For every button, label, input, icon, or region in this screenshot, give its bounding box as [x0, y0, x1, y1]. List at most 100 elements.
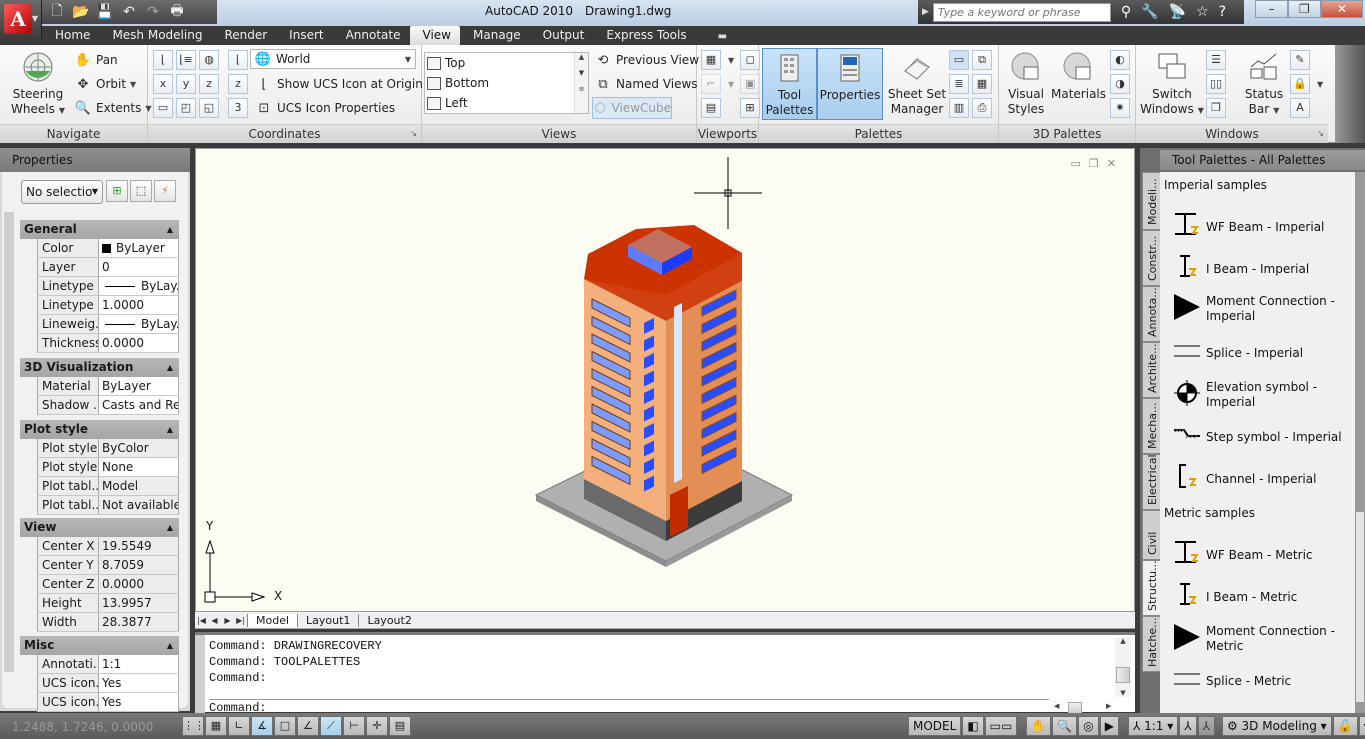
ucs-previous-icon[interactable]: ◱ — [199, 98, 219, 118]
section-header[interactable]: General ▲ — [20, 220, 179, 239]
tool-palette-scrollbar[interactable] — [1355, 172, 1365, 713]
palette-tool-item[interactable]: WF Beam - Metric — [1172, 538, 1352, 572]
tab-view[interactable]: View — [409, 26, 460, 45]
property-value[interactable]: 13.9957 — [99, 594, 179, 612]
views-list-scrollbar[interactable]: ▲ ▼ ≡ — [574, 53, 588, 113]
drawing-canvas[interactable]: ▭ ❐ ✕ Y X — [195, 148, 1135, 612]
polar-tracking-toggle[interactable]: ∡ — [251, 716, 273, 736]
showmotion-icon[interactable]: ▶ — [1099, 716, 1119, 736]
tab-mesh-modeling[interactable]: Mesh Modeling — [99, 26, 211, 45]
property-row[interactable]: Shadow ...Casts and Re... — [37, 396, 179, 415]
dialog-launcher-icon[interactable]: ↘ — [1317, 125, 1324, 143]
palette-tool-item[interactable]: Moment Connection - Metric — [1172, 622, 1352, 656]
properties-palette-icon[interactable]: ▭ — [949, 50, 969, 70]
ucs-icon[interactable]: ⌊ — [153, 50, 173, 70]
view-top[interactable]: Top — [425, 53, 588, 73]
render-palette-icon[interactable]: ◑ — [1110, 74, 1130, 94]
tab-manage[interactable]: Manage — [460, 26, 530, 45]
tab-annotate[interactable]: Annotate — [333, 26, 410, 45]
select-objects-button[interactable]: ⬚ — [130, 180, 152, 202]
ucs-view-icon[interactable]: ▭ — [153, 98, 173, 118]
collapse-icon[interactable]: ▲ — [167, 220, 173, 239]
property-row[interactable]: Height 13.9957 — [37, 594, 179, 613]
property-value[interactable]: ByLayer — [99, 377, 179, 395]
palette-tool-item[interactable]: Moment Connection - Imperial — [1172, 292, 1352, 326]
palette-tab[interactable]: Civil — [1142, 510, 1160, 560]
property-value[interactable]: Not available — [99, 496, 179, 514]
collapse-icon[interactable]: ▲ — [167, 420, 173, 439]
binoculars-search-icon[interactable]: ⚲ — [1121, 4, 1131, 20]
property-row[interactable]: Plot tabl... Model — [37, 477, 179, 496]
ucs-combo[interactable]: 🌐 World ▼ — [250, 49, 416, 69]
ucs-object-icon[interactable]: ◰ — [176, 98, 196, 118]
show-ucs-icon-at-origin-button[interactable]: ⌊Show UCS Icon at Origin▼ — [255, 77, 433, 92]
palette-tab[interactable]: Constr... — [1142, 230, 1160, 286]
palette-tool-item[interactable]: Elevation symbol - Imperial — [1172, 378, 1352, 412]
rotate-z-icon[interactable]: z — [199, 74, 219, 94]
sun-properties-icon[interactable]: ✷ — [1110, 98, 1130, 118]
palette-tool-item[interactable]: Channel - Imperial — [1172, 462, 1352, 496]
viewcube-toggle[interactable]: ⬡ ViewCube — [592, 97, 672, 119]
lineweight-toggle[interactable]: ▤ — [389, 716, 411, 736]
autoscale-icon[interactable]: ⅄ — [1197, 716, 1215, 736]
join-viewports-icon[interactable]: ⊞ — [740, 98, 760, 118]
named-viewports-icon[interactable]: ▤ — [701, 98, 721, 118]
snap-mode-toggle[interactable]: ⋮⋮ — [182, 716, 205, 736]
tab-output[interactable]: Output — [530, 26, 594, 45]
favorites-star-icon[interactable]: ☆ — [1196, 4, 1209, 20]
new-viewport-icon[interactable]: ◻ — [740, 50, 761, 70]
undo-icon[interactable]: ↶ — [120, 4, 138, 20]
coordinate-readout[interactable]: 1.2488, 1.7246, 0.0000 — [12, 720, 153, 734]
property-row[interactable]: UCS icon...Yes — [37, 693, 179, 712]
command-line-grip[interactable] — [195, 635, 205, 715]
property-row[interactable]: Center X 19.5549 — [37, 537, 179, 556]
search-input[interactable] — [932, 2, 1111, 22]
tool-palettes-button[interactable]: Tool Palettes — [762, 48, 817, 120]
property-row[interactable]: Linetype ...1.0000 — [37, 296, 179, 315]
property-value[interactable]: 1:1 — [99, 655, 179, 673]
ucs-origin-icon[interactable]: ⌊ — [228, 50, 248, 70]
property-value[interactable]: 0.0000 — [99, 575, 179, 593]
palette-tab[interactable]: Hatche... — [1142, 616, 1160, 672]
palette-tool-item[interactable]: Splice - Metric — [1172, 664, 1352, 698]
markup-set-icon[interactable]: ≣ — [949, 74, 969, 94]
view-bottom[interactable]: Bottom — [425, 73, 588, 93]
named-views-button[interactable]: ⧉ Named Views — [594, 73, 697, 95]
property-value[interactable]: ByLay... — [99, 315, 179, 333]
tab-layout1[interactable]: Layout1 — [297, 613, 358, 627]
property-row[interactable]: Plot style...None — [37, 458, 179, 477]
rotate-x-icon[interactable]: x — [153, 74, 173, 94]
scroll-thumb[interactable] — [1116, 667, 1130, 683]
extents-button[interactable]: 🔍 Extents ▼ — [74, 97, 152, 119]
toolbar-lock-icon[interactable]: 🔓 — [1332, 716, 1358, 736]
tool-palettes-title[interactable]: Tool Palettes - All Palettes — [1160, 150, 1365, 170]
z-axis-vector-icon[interactable]: z — [228, 74, 248, 94]
property-row[interactable]: Annotati... 1:1 — [37, 655, 179, 674]
dynamic-ucs-toggle[interactable]: ⊢ — [343, 716, 365, 736]
section-header[interactable]: Misc ▲ — [20, 636, 179, 655]
dialog-launcher-icon[interactable]: ↘ — [410, 125, 417, 143]
subscription-wrench-icon[interactable]: 🔧 — [1141, 4, 1158, 20]
palette-tool-item[interactable]: Splice - Imperial — [1172, 336, 1352, 370]
palette-tool-item[interactable]: WF Beam - Imperial — [1172, 210, 1352, 244]
palette-tool-item[interactable]: Step symbol - Imperial — [1172, 420, 1352, 454]
property-row[interactable]: Center Z 0.0000 — [37, 575, 179, 594]
dbconnect-icon[interactable]: ▥ — [949, 98, 969, 118]
properties-button[interactable]: Properties — [817, 48, 883, 120]
ucs-world-icon[interactable]: ◍ — [199, 50, 219, 70]
palette-tab[interactable]: Electrical — [1142, 454, 1160, 510]
redo-icon[interactable]: ↷ — [144, 4, 162, 20]
property-row[interactable]: Color ByLayer — [37, 239, 179, 258]
next-tab-icon[interactable]: ▶ — [221, 616, 234, 625]
lock-ui-icon[interactable]: 🔒 — [1290, 74, 1310, 94]
tab-insert[interactable]: Insert — [276, 26, 332, 45]
property-value[interactable]: ByLayer — [99, 239, 179, 257]
property-value[interactable]: Yes — [99, 674, 179, 692]
previous-view-button[interactable]: ⟲ Previous View — [594, 49, 699, 71]
palette-tab[interactable]: Annota... — [1142, 286, 1160, 342]
cascade-icon[interactable]: ❐ — [1206, 98, 1226, 118]
minimize-ribbon-icon[interactable]: ▬ — [718, 31, 727, 45]
status-menu-icon[interactable]: ▾ — [1358, 716, 1365, 736]
property-value[interactable]: ByLay... — [99, 277, 179, 295]
quick-view-drawings-icon[interactable]: ▭▭ — [984, 716, 1018, 736]
